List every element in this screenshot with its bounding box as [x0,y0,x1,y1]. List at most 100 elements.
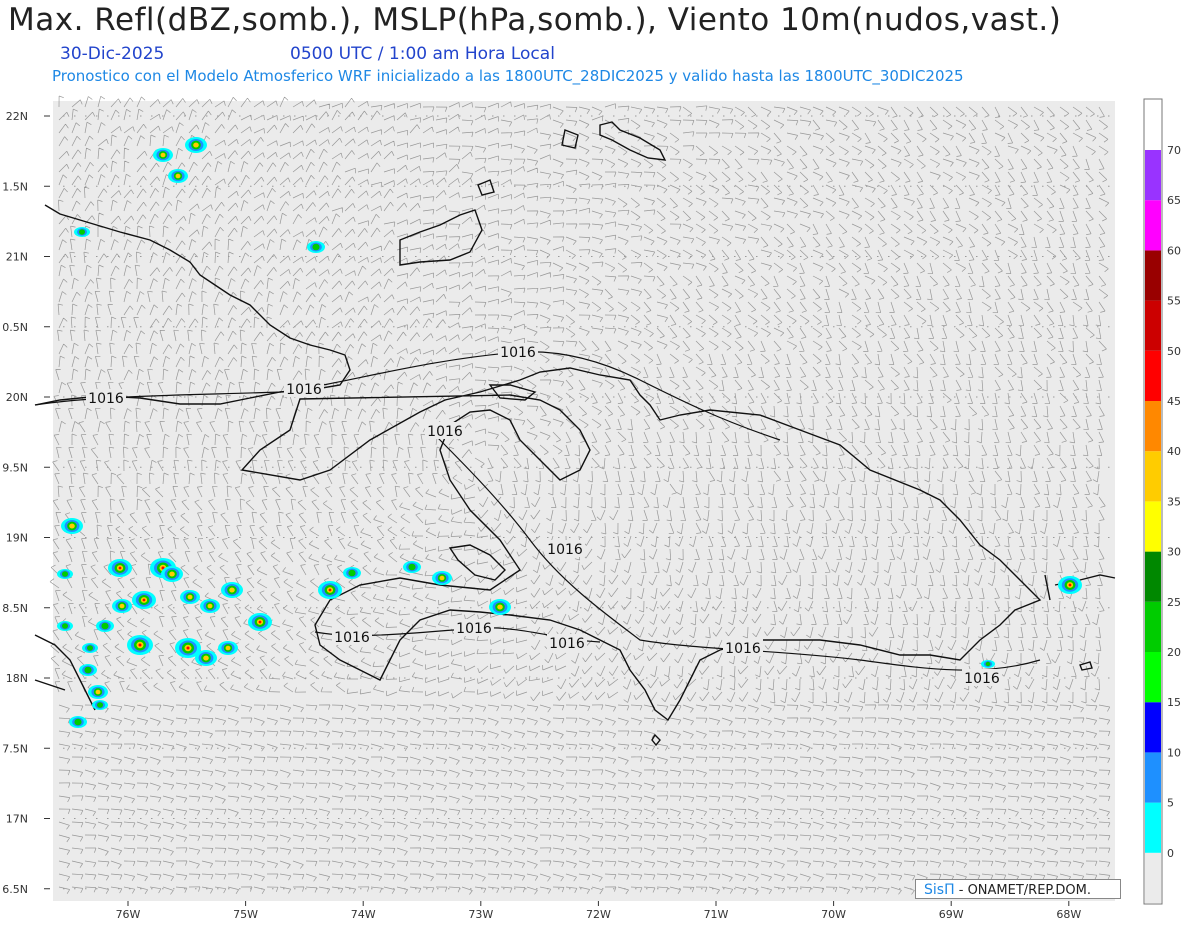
colorbar-label: 65 [1167,194,1181,207]
reflectivity-35dbz [95,689,101,695]
isobar-label: 1016 [88,391,124,407]
reflectivity-35dbz [497,604,503,610]
lon-label: 75W [233,908,258,921]
lat-label: 19N [6,532,28,545]
colorbar-swatch [1145,601,1161,652]
reflectivity-45dbz [186,646,190,650]
reflectivity-35dbz [175,173,181,179]
colorbar-label: 10 [1167,746,1181,759]
colorbar-label: 20 [1167,646,1181,659]
reflectivity-25dbz [348,569,356,577]
colorbar-swatch [1145,300,1161,351]
colorbar-swatch [1145,652,1161,703]
isobar-label: 1016 [964,671,1000,687]
reflectivity-25dbz [62,571,68,577]
lon-label: 72W [586,908,611,921]
colorbar-label: 15 [1167,696,1181,709]
isobar-label: 1016 [500,345,536,361]
reflectivity-35dbz [207,603,213,609]
reflectivity-45dbz [328,588,332,592]
colorbar-label: 40 [1167,445,1181,458]
colorbar: 7065605550454035302520151050 [1143,98,1181,905]
colorbar-swatch [1145,501,1161,552]
colorbar-swatch [1145,802,1161,853]
reflectivity-35dbz [69,523,75,529]
colorbar-swatch [1145,451,1161,502]
lon-label: 74W [351,908,376,921]
colorbar-label: 25 [1167,596,1181,609]
lat-label: 22N [6,110,28,123]
lon-label: 70W [821,908,846,921]
lon-label: 76W [116,908,141,921]
latitude-axis: 22N 1.5N 21N 0.5N 20N 9.5N 19N 8.5N 18N 7.5N 17N 6.… [2,110,50,896]
reflectivity-45dbz [258,620,262,624]
longitude-axis: 76W 75W 74W 73W 72W 71W 70W 69W 68W [116,901,1081,921]
isobar-label: 1016 [334,630,370,646]
reflectivity-35dbz [160,152,166,158]
colorbar-label: 60 [1167,244,1181,257]
colorbar-label: 5 [1167,797,1174,810]
credit-text: - ONAMET/REP.DOM. [958,883,1091,898]
lat-label: 9.5N [2,461,28,474]
lat-label: 17N [6,813,28,826]
reflectivity-35dbz [203,655,209,661]
reflectivity-35dbz [439,575,445,581]
colorbar-label: 45 [1167,395,1181,408]
colorbar-swatch [1145,852,1161,903]
colorbar-swatch [1145,350,1161,401]
isobar-label: 1016 [549,636,585,652]
lon-label: 68W [1056,908,1081,921]
reflectivity-35dbz [229,587,235,593]
lat-label: 18N [6,672,28,685]
colorbar-swatch [1145,752,1161,803]
colorbar-swatch [1145,250,1161,301]
lon-label: 69W [939,908,964,921]
colorbar-swatch [1145,551,1161,602]
isobar-label: 1016 [547,542,583,558]
reflectivity-25dbz [62,623,68,629]
reflectivity-25dbz [79,229,85,235]
colorbar-label: 35 [1167,495,1181,508]
colorbar-label: 70 [1167,144,1181,157]
lat-label: 6.5N [2,883,28,896]
weather-map: 1016 1016 1016 1016 1016 1016 1016 1016 1016 1016… [2,95,1181,921]
reflectivity-35dbz [193,142,199,148]
reflectivity-25dbz [985,661,991,667]
reflectivity-45dbz [138,643,142,647]
lat-label: 7.5N [2,742,28,755]
colorbar-label: 50 [1167,345,1181,358]
reflectivity-25dbz [84,666,92,674]
reflectivity-25dbz [87,645,93,651]
reflectivity-35dbz [119,603,125,609]
reflectivity-25dbz [97,702,103,708]
colorbar-label: 55 [1167,295,1181,308]
colorbar-label: 30 [1167,546,1181,559]
isobar-label: 1016 [286,382,322,398]
reflectivity-35dbz [225,645,231,651]
lat-label: 1.5N [2,180,28,193]
lat-label: 8.5N [2,602,28,615]
colorbar-swatch [1145,200,1161,251]
reflectivity-25dbz [101,622,109,630]
lon-label: 71W [704,908,729,921]
reflectivity-25dbz [408,563,416,571]
reflectivity-25dbz [74,718,82,726]
isobar-label: 1016 [725,641,761,657]
reflectivity-45dbz [1068,583,1072,587]
lat-label: 20N [6,391,28,404]
colorbar-swatch [1145,702,1161,753]
reflectivity-35dbz [169,571,175,577]
reflectivity-45dbz [142,598,146,602]
colorbar-swatch [1145,150,1161,201]
lat-label: 21N [6,251,28,264]
reflectivity-35dbz [187,594,193,600]
colorbar-swatch [1145,401,1161,452]
lat-label: 0.5N [2,321,28,334]
isobar-label: 1016 [427,424,463,440]
isobar-label: 1016 [456,621,492,637]
reflectivity-25dbz [312,243,320,251]
sispi-logo: SisΠ [924,882,955,898]
lon-label: 73W [468,908,493,921]
credit-box: SisΠ - ONAMET/REP.DOM. [915,879,1121,899]
reflectivity-45dbz [118,566,122,570]
